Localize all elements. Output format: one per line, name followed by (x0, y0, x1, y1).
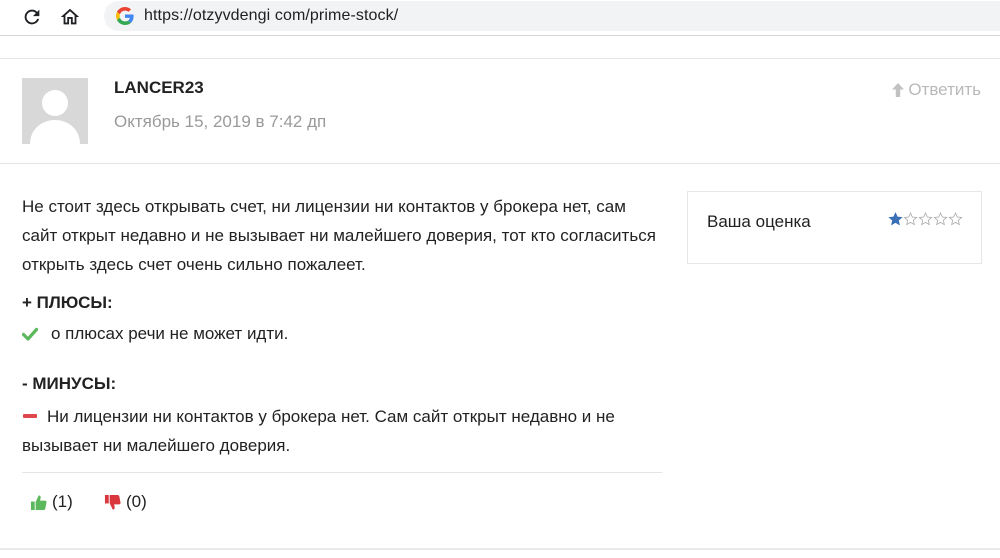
address-bar[interactable]: https://otzyvdengi com/prime-stock/ (104, 1, 1000, 31)
browser-toolbar: https://otzyvdengi com/prime-stock/ (0, 0, 1000, 36)
thumbs-up-icon (30, 494, 47, 510)
pros-item: о плюсах речи не может идти. (22, 324, 288, 344)
user-placeholder-icon (22, 78, 88, 144)
star-icon[interactable] (948, 210, 963, 228)
reload-button[interactable] (18, 3, 46, 31)
minus-icon (23, 413, 37, 418)
avatar (22, 78, 88, 144)
pros-title: + ПЛЮСЫ: (22, 293, 113, 312)
comment-date[interactable]: Октябрь 15, 2019 в 7:42 дп (114, 112, 326, 132)
divider (0, 163, 1000, 164)
google-icon (116, 7, 134, 25)
like-count: (1) (52, 492, 73, 511)
reply-button[interactable]: Ответить (890, 80, 981, 100)
star-icon[interactable] (918, 210, 933, 228)
check-icon (22, 327, 38, 341)
arrow-up-icon (892, 83, 905, 97)
cons-item: Ни лицензии ни контактов у брокера нет. … (22, 402, 662, 460)
comment-author: LANCER23 (114, 78, 204, 97)
dislike-button[interactable]: (0) (104, 492, 147, 512)
like-button[interactable]: (1) (30, 492, 73, 512)
divider (0, 58, 1000, 59)
divider (0, 548, 1000, 550)
reload-icon (24, 9, 40, 25)
comment-text: Не стоит здесь открывать счет, ни лиценз… (22, 197, 656, 274)
pros-item-text: о плюсах речи не может идти. (51, 324, 289, 343)
rating-label: Ваша оценка (707, 212, 811, 231)
divider (22, 472, 662, 473)
dislike-count: (0) (126, 492, 147, 511)
star-icon[interactable] (903, 210, 918, 228)
url-text[interactable]: https://otzyvdengi com/prime-stock/ (144, 7, 398, 25)
cons-title: - МИНУСЫ: (22, 374, 117, 393)
star-icon[interactable] (933, 210, 948, 228)
thumbs-down-icon (104, 494, 121, 510)
star-icon[interactable] (888, 210, 903, 228)
home-button[interactable] (56, 3, 84, 31)
home-icon (60, 8, 80, 25)
cons-item-text: Ни лицензии ни контактов у брокера нет. … (22, 407, 615, 455)
star-rating[interactable] (888, 210, 963, 228)
reply-label: Ответить (908, 80, 981, 99)
rating-box: Ваша оценка (687, 191, 982, 264)
